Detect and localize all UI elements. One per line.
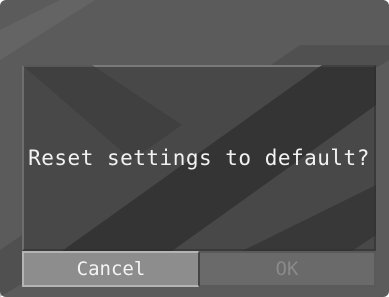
cancel-button[interactable]: Cancel bbox=[22, 251, 199, 287]
dialog-message: Reset settings to default? bbox=[28, 146, 370, 170]
camera-lcd-screen: Reset settings to default? Cancel OK bbox=[0, 0, 389, 297]
diagonal-stripe-light bbox=[0, 0, 95, 60]
dialog-button-bar: Cancel OK bbox=[22, 251, 376, 287]
ok-button[interactable]: OK bbox=[199, 251, 376, 287]
